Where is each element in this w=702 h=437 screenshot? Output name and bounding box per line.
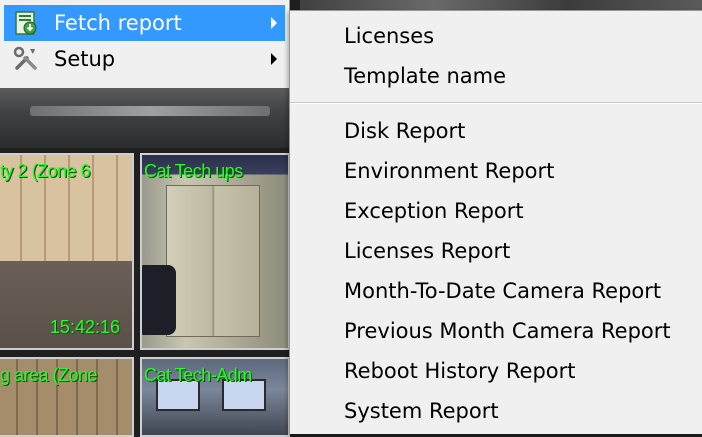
submenu-item-month-to-date-camera-report[interactable]: Month-To-Date Camera Report <box>290 271 702 311</box>
menu-separator <box>290 102 702 104</box>
submenu-item-exception-report[interactable]: Exception Report <box>290 191 702 231</box>
camera-tile[interactable]: Cat Tech-Adm <box>140 357 290 437</box>
menu-item-fetch-report[interactable]: Fetch report <box>4 5 285 41</box>
chair-image <box>142 265 176 335</box>
submenu-item-previous-month-camera-report[interactable]: Previous Month Camera Report <box>290 311 702 351</box>
camera-label: ty 2 (Zone 6 <box>0 161 91 181</box>
camera-feed-strip <box>0 88 300 148</box>
submenu-item-environment-report[interactable]: Environment Report <box>290 151 702 191</box>
submenu-item-reboot-history-report[interactable]: Reboot History Report <box>290 351 702 391</box>
submenu-item-licenses[interactable]: Licenses <box>290 16 702 56</box>
camera-tile[interactable]: ty 2 (Zone 6 15:42:16 <box>0 153 134 350</box>
camera-tile[interactable]: g area (Zone <box>0 357 134 437</box>
camera-label: g area (Zone <box>0 365 98 385</box>
submenu-arrow-icon <box>271 17 277 29</box>
menu-item-label: Fetch report <box>54 11 182 35</box>
submenu-item-disk-report[interactable]: Disk Report <box>290 111 702 151</box>
camera-tile[interactable]: Cat Tech ups <box>140 153 290 350</box>
context-menu: Fetch report Setup <box>0 0 290 88</box>
submenu-item-licenses-report[interactable]: Licenses Report <box>290 231 702 271</box>
submenu-arrow-icon <box>271 53 277 65</box>
menu-item-label: Setup <box>54 47 116 71</box>
cabinet-image <box>166 185 260 337</box>
tools-icon <box>10 43 42 75</box>
menu-item-setup[interactable]: Setup <box>4 41 285 77</box>
submenu-item-template-name[interactable]: Template name <box>290 56 702 96</box>
camera-timestamp: 15:42:16 <box>49 317 120 337</box>
report-download-icon <box>10 7 42 39</box>
fetch-report-submenu: Licenses Template name Disk Report Envir… <box>289 10 702 434</box>
ceiling-light <box>30 106 270 116</box>
camera-label: Cat Tech-Adm <box>144 365 252 385</box>
submenu-item-system-report[interactable]: System Report <box>290 391 702 431</box>
camera-label: Cat Tech ups <box>144 161 243 181</box>
